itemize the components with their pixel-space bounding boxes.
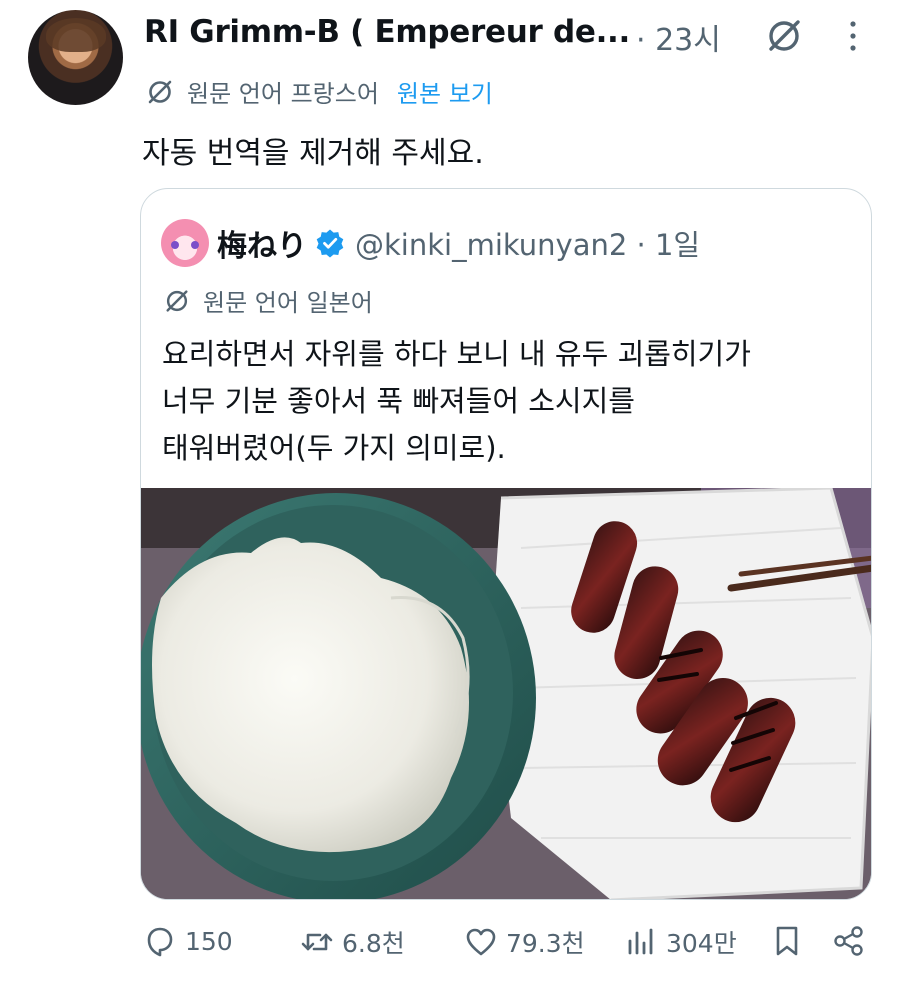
quote-author-name[interactable]: 梅ねり — [217, 221, 307, 265]
action-bar: 150 6.8천 79.3천 304만 — [0, 918, 900, 970]
reply-button[interactable]: 150 — [143, 924, 233, 958]
view-original-link[interactable]: 원본 보기 — [397, 74, 493, 109]
quoted-tweet[interactable]: 梅ねり @kinki_mikunyan2 · 1일 원문 언어 일본어 요리하면… — [140, 188, 872, 900]
quote-media-photo[interactable] — [141, 488, 871, 899]
quote-handle-time[interactable]: @kinki_mikunyan2 · 1일 — [355, 222, 700, 264]
like-button[interactable]: 79.3천 — [464, 924, 585, 960]
quote-text: 요리하면서 자위를 하다 보니 내 유두 괴롭히기가 너무 기분 좋아서 푹 빠… — [162, 331, 852, 472]
quote-translation-row: 원문 언어 일본어 — [163, 283, 373, 318]
grok-icon[interactable] — [764, 16, 804, 56]
quote-text-line: 요리하면서 자위를 하다 보니 내 유두 괴롭히기가 — [162, 337, 751, 371]
like-icon — [466, 928, 496, 956]
tweet-time[interactable]: · 23시 — [636, 15, 721, 59]
author-avatar[interactable] — [28, 10, 123, 105]
quote-text-line: 태워버렸어(두 가지 의미로). — [162, 431, 506, 465]
share-button[interactable] — [832, 924, 866, 958]
retweet-button[interactable]: 6.8천 — [300, 924, 405, 960]
views-button[interactable]: 304만 — [624, 924, 737, 960]
like-count: 79.3천 — [506, 929, 585, 958]
quote-author-avatar[interactable] — [161, 219, 209, 267]
translation-row: 원문 언어 프랑스어 원본 보기 — [145, 74, 493, 109]
quote-translation-label: 원문 언어 일본어 — [203, 289, 373, 317]
retweet-icon — [301, 933, 333, 951]
quote-header: 梅ねり @kinki_mikunyan2 · 1일 — [161, 219, 700, 267]
reply-icon — [147, 927, 173, 957]
tweet-text: 자동 번역을 제거해 주세요. — [142, 136, 484, 171]
more-icon[interactable] — [844, 16, 862, 56]
share-icon — [834, 926, 863, 956]
bookmark-button[interactable] — [770, 924, 804, 958]
views-icon — [628, 928, 653, 955]
food-photo — [141, 488, 871, 899]
reply-count: 150 — [185, 926, 233, 956]
retweet-count: 6.8천 — [342, 929, 405, 958]
views-count: 304만 — [666, 929, 737, 958]
translate-icon — [148, 80, 172, 103]
translate-icon — [166, 289, 188, 312]
quote-text-line: 너무 기분 좋아서 푹 빠져들어 소시지를 — [162, 384, 635, 418]
author-name[interactable]: RI Grimm-B ( Empereur de... — [144, 14, 630, 50]
bookmark-icon — [776, 926, 798, 956]
translation-label: 원문 언어 프랑스어 — [187, 80, 379, 108]
verified-icon — [316, 229, 344, 258]
tweet: RI Grimm-B ( Empereur de... · 23시 원문 언어 … — [0, 0, 900, 985]
